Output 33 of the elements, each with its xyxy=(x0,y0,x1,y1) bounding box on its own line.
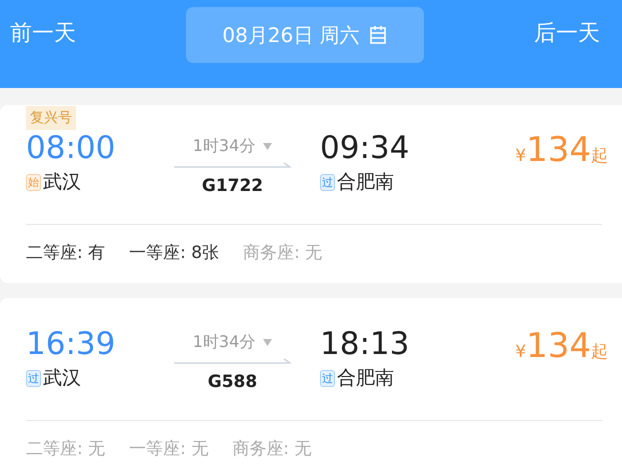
seat-availability: 一等座: 8张 xyxy=(129,242,220,264)
arrival-time: 18:13 xyxy=(320,326,410,362)
dropdown-icon xyxy=(263,142,272,150)
price-text: ¥134起 xyxy=(515,326,608,368)
seat-availability: 二等座: 无 xyxy=(26,438,106,460)
price-text: ¥134起 xyxy=(515,130,608,172)
previous-day-link[interactable]: 前一天 xyxy=(10,17,76,50)
seat-availability: 商务座: 无 xyxy=(243,242,322,264)
train-number: G588 xyxy=(208,371,258,394)
train-number: G1722 xyxy=(202,175,264,198)
departure-time: 16:39 xyxy=(26,326,116,362)
train-type-tag: 复兴号 xyxy=(26,106,76,130)
duration-text: 1时34分 xyxy=(192,331,256,353)
station-badge: 过 xyxy=(320,174,335,190)
station-name: 武汉 xyxy=(43,170,81,195)
station-badge: 过 xyxy=(26,370,41,386)
station-badge: 始 xyxy=(26,174,41,190)
station-name: 武汉 xyxy=(43,366,81,391)
station-name: 合肥南 xyxy=(337,366,394,391)
dropdown-icon xyxy=(263,338,272,346)
date-picker-button[interactable]: 08月26日 周六 xyxy=(186,7,424,63)
station-badge: 过 xyxy=(320,370,335,386)
calendar-icon xyxy=(368,25,388,45)
train-card[interactable]: 16:39 过 武汉 1时34分 G588 18:13 过 合肥南 ¥134起 二等座: 无 一等座: 无 商务座: 无 xyxy=(0,298,622,469)
departure-time: 08:00 xyxy=(26,130,116,166)
duration-text: 1时34分 xyxy=(192,135,256,157)
seat-availability: 二等座: 有 xyxy=(26,242,106,264)
seat-availability: 一等座: 无 xyxy=(129,438,208,460)
station-name: 合肥南 xyxy=(337,170,394,195)
arrival-time: 09:34 xyxy=(320,130,410,166)
seat-availability: 商务座: 无 xyxy=(232,438,312,460)
next-day-link[interactable]: 后一天 xyxy=(534,17,600,50)
train-card[interactable]: 复兴号 08:00 始 武汉 1时34分 G1722 09:34 过 合肥南 ¥134起 二等座: 有 一等座: 8张 商务座: 无 xyxy=(0,105,622,283)
